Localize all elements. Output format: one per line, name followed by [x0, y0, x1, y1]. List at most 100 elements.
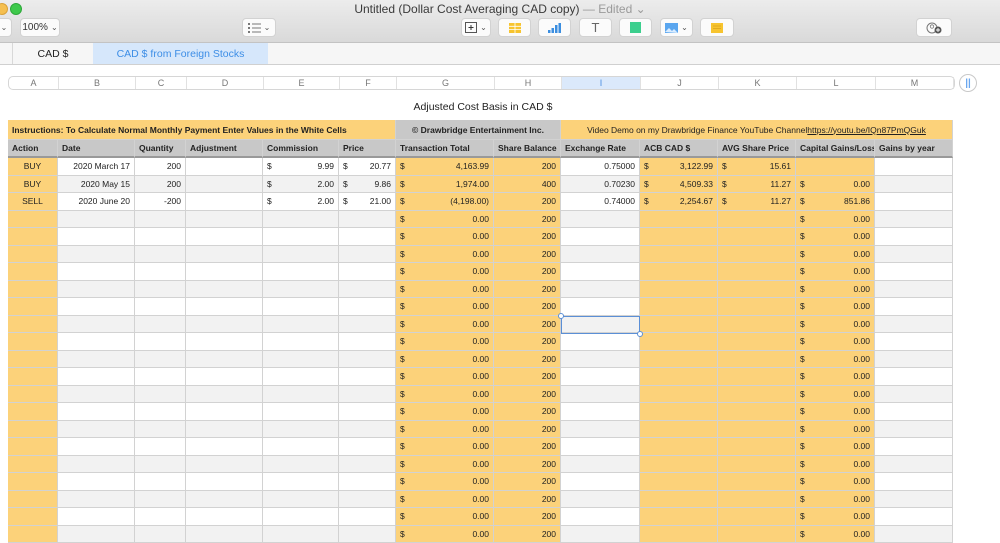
price-cell[interactable]: [339, 526, 396, 543]
date-cell[interactable]: [58, 491, 135, 509]
date-cell[interactable]: [58, 351, 135, 369]
price-cell[interactable]: [339, 351, 396, 369]
commission-cell[interactable]: [263, 491, 339, 509]
date-cell[interactable]: [58, 438, 135, 456]
quantity-cell[interactable]: [135, 368, 186, 386]
adjustment-cell[interactable]: [186, 211, 263, 229]
adjustment-cell[interactable]: [186, 281, 263, 299]
quantity-cell[interactable]: [135, 386, 186, 404]
adjustment-cell[interactable]: [186, 438, 263, 456]
adjustment-cell[interactable]: [186, 158, 263, 176]
adjustment-cell[interactable]: [186, 386, 263, 404]
date-cell[interactable]: [58, 298, 135, 316]
adjustment-cell[interactable]: [186, 333, 263, 351]
column-header-i[interactable]: I: [562, 77, 641, 89]
column-header-k[interactable]: K: [719, 77, 797, 89]
date-cell[interactable]: 2020 June 20: [58, 193, 135, 211]
exchange-rate-cell[interactable]: [561, 403, 640, 421]
date-cell[interactable]: [58, 263, 135, 281]
commission-cell[interactable]: [263, 456, 339, 474]
exchange-rate-cell[interactable]: [561, 351, 640, 369]
price-cell[interactable]: [339, 403, 396, 421]
commission-cell[interactable]: [263, 526, 339, 543]
zoom-select[interactable]: 100%⌄: [20, 18, 60, 37]
price-cell[interactable]: [339, 456, 396, 474]
exchange-rate-cell[interactable]: [561, 228, 640, 246]
price-cell[interactable]: [339, 368, 396, 386]
price-cell[interactable]: [339, 298, 396, 316]
price-cell[interactable]: [339, 316, 396, 334]
column-header-j[interactable]: J: [641, 77, 719, 89]
exchange-rate-cell[interactable]: [561, 456, 640, 474]
quantity-cell[interactable]: [135, 333, 186, 351]
youtube-link[interactable]: https://youtu.be/IQn87PmQGuk: [807, 125, 926, 135]
price-cell[interactable]: [339, 263, 396, 281]
exchange-rate-cell[interactable]: [561, 246, 640, 264]
sheet-tab-cad[interactable]: CAD $: [12, 43, 93, 64]
adjustment-cell[interactable]: [186, 491, 263, 509]
quantity-cell[interactable]: [135, 298, 186, 316]
exchange-rate-cell[interactable]: [561, 263, 640, 281]
adjustment-cell[interactable]: [186, 351, 263, 369]
date-cell[interactable]: [58, 211, 135, 229]
quantity-cell[interactable]: 200: [135, 176, 186, 194]
quantity-cell[interactable]: [135, 281, 186, 299]
quantity-cell[interactable]: -200: [135, 193, 186, 211]
column-header-g[interactable]: G: [397, 77, 495, 89]
commission-cell[interactable]: [263, 508, 339, 526]
exchange-rate-cell[interactable]: [561, 508, 640, 526]
commission-cell[interactable]: [263, 246, 339, 264]
commission-cell[interactable]: [263, 298, 339, 316]
adjustment-cell[interactable]: [186, 176, 263, 194]
quantity-cell[interactable]: [135, 246, 186, 264]
exchange-rate-cell[interactable]: [561, 298, 640, 316]
edited-status[interactable]: — Edited ⌄: [583, 2, 646, 16]
quantity-cell[interactable]: [135, 491, 186, 509]
price-cell[interactable]: $21.00: [339, 193, 396, 211]
adjustment-cell[interactable]: [186, 403, 263, 421]
date-cell[interactable]: [58, 333, 135, 351]
table-button[interactable]: [498, 18, 531, 37]
adjustment-cell[interactable]: [186, 456, 263, 474]
date-cell[interactable]: 2020 May 15: [58, 176, 135, 194]
exchange-rate-cell[interactable]: [561, 491, 640, 509]
price-cell[interactable]: $9.86: [339, 176, 396, 194]
commission-cell[interactable]: [263, 368, 339, 386]
column-header-e[interactable]: E: [264, 77, 340, 89]
date-cell[interactable]: [58, 473, 135, 491]
view-button[interactable]: ⌄: [0, 18, 12, 37]
date-cell[interactable]: [58, 386, 135, 404]
date-cell[interactable]: [58, 456, 135, 474]
price-cell[interactable]: [339, 333, 396, 351]
adjustment-cell[interactable]: [186, 316, 263, 334]
commission-cell[interactable]: $2.00: [263, 176, 339, 194]
exchange-rate-cell[interactable]: [561, 526, 640, 543]
quantity-cell[interactable]: [135, 421, 186, 439]
exchange-rate-cell[interactable]: [561, 473, 640, 491]
price-cell[interactable]: [339, 228, 396, 246]
quantity-cell[interactable]: [135, 473, 186, 491]
date-cell[interactable]: [58, 403, 135, 421]
exchange-rate-cell[interactable]: [561, 421, 640, 439]
date-cell[interactable]: [58, 508, 135, 526]
column-header-l[interactable]: L: [797, 77, 876, 89]
commission-cell[interactable]: [263, 421, 339, 439]
commission-cell[interactable]: [263, 211, 339, 229]
quantity-cell[interactable]: [135, 438, 186, 456]
date-cell[interactable]: [58, 228, 135, 246]
exchange-rate-cell[interactable]: 0.70230: [561, 176, 640, 194]
quantity-cell[interactable]: [135, 211, 186, 229]
column-header-d[interactable]: D: [187, 77, 264, 89]
comment-button[interactable]: [700, 18, 734, 37]
column-header-f[interactable]: F: [340, 77, 397, 89]
quantity-cell[interactable]: [135, 456, 186, 474]
adjustment-cell[interactable]: [186, 193, 263, 211]
commission-cell[interactable]: [263, 473, 339, 491]
commission-cell[interactable]: [263, 263, 339, 281]
column-header-m[interactable]: M: [876, 77, 954, 89]
column-header-c[interactable]: C: [136, 77, 187, 89]
date-cell[interactable]: [58, 246, 135, 264]
selection-handle-bottom-right[interactable]: [637, 331, 643, 337]
price-cell[interactable]: [339, 281, 396, 299]
commission-cell[interactable]: [263, 403, 339, 421]
